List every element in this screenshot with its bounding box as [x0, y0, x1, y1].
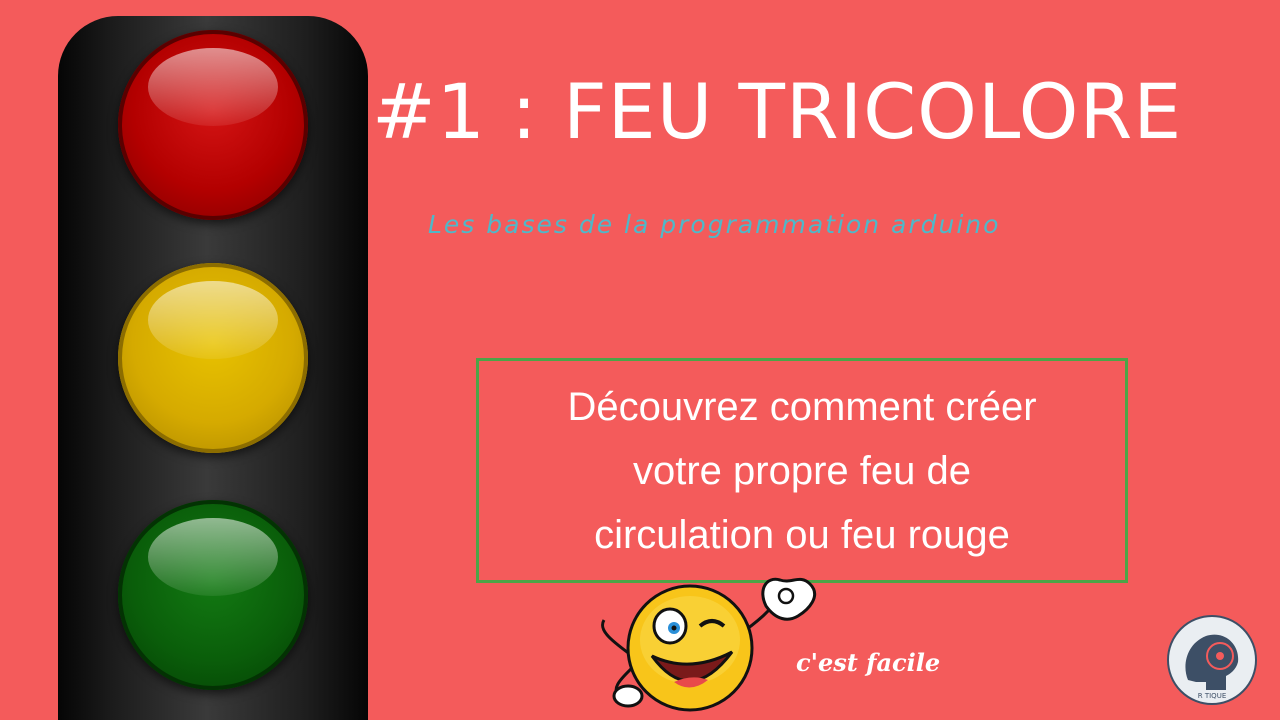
thumbnail-canvas: #1 : FEU TRICOLORE Les bases de la progr…: [0, 0, 1280, 720]
page-title: #1 : FEU TRICOLORE: [372, 67, 1183, 156]
winking-smiley-icon: [601, 577, 817, 712]
yellow-lamp-icon: [118, 263, 308, 453]
brain-head-icon: R TIQUE: [1167, 615, 1257, 705]
description-text: Découvrez comment créer votre propre feu…: [479, 375, 1125, 567]
description-line: circulation ou feu rouge: [594, 513, 1010, 557]
subtitle: Les bases de la programmation arduino: [428, 210, 1001, 239]
description-line: Découvrez comment créer: [567, 385, 1037, 429]
green-lamp-icon: [118, 500, 308, 690]
logo-text: R TIQUE: [1198, 692, 1227, 700]
red-lamp-icon: [118, 30, 308, 220]
description-box: Découvrez comment créer votre propre feu…: [476, 358, 1128, 583]
tagline: c'est facile: [796, 648, 941, 677]
description-line: votre propre feu de: [633, 449, 971, 493]
